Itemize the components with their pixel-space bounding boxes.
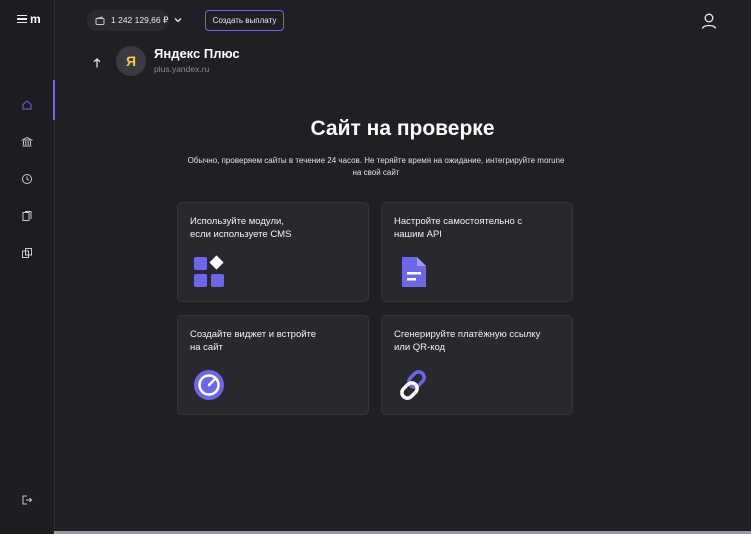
avatar: Я — [116, 46, 146, 76]
card-cms-modules[interactable]: Используйте модули, если используете CMS — [177, 202, 369, 302]
sidebar-item-home[interactable] — [0, 80, 55, 123]
sidebar-item-copy[interactable] — [0, 234, 54, 271]
link-icon — [400, 370, 426, 400]
documents-icon — [22, 210, 32, 221]
user-icon[interactable] — [700, 12, 718, 30]
document-icon — [402, 257, 426, 287]
logout-icon — [22, 495, 33, 505]
side-nav — [0, 80, 55, 271]
page-title: Сайт на проверке — [310, 117, 495, 140]
balance-value: 1 242 129,66 ₽ — [111, 15, 169, 25]
home-icon — [22, 99, 32, 109]
page-subtitle: Обычно, проверяем сайты в течение 24 час… — [187, 156, 565, 177]
burger-icon[interactable] — [17, 14, 27, 24]
card-widget[interactable]: Создайте виджет и встройте на сайт — [177, 315, 369, 415]
sidebar-item-documents[interactable] — [0, 197, 54, 234]
logo: m — [30, 12, 41, 26]
card-title: Сгенерируйте платёжную ссылку или QR-код — [394, 329, 541, 353]
card-title: Создайте виджет и встройте на сайт — [190, 329, 317, 353]
sidebar: m — [0, 0, 55, 534]
menu-logo-button[interactable]: m — [17, 13, 41, 25]
merchant-name: Яндекс Плюс — [154, 46, 240, 61]
balance-pill[interactable]: 1 242 129,66 ₽ — [87, 10, 169, 31]
history-icon — [22, 173, 32, 184]
logout-button[interactable] — [0, 488, 54, 512]
modules-icon — [194, 255, 224, 287]
merchant-url[interactable]: plus.yandex.ru — [154, 64, 209, 74]
card-api[interactable]: Настройте самостоятельно с нашим API — [381, 202, 573, 302]
widget-icon — [194, 370, 224, 400]
card-title: Используйте модули, если используете CMS — [190, 216, 292, 240]
card-payment-link[interactable]: Сгенерируйте платёжную ссылку или QR-код — [381, 315, 573, 415]
bank-icon — [21, 136, 33, 146]
card-title: Настройте самостоятельно с нашим API — [394, 216, 523, 240]
copy-icon — [22, 247, 32, 258]
create-payout-button[interactable]: Создать выплату — [205, 10, 284, 31]
chevron-down-icon[interactable] — [173, 15, 183, 25]
sidebar-item-history[interactable] — [0, 160, 54, 197]
wallet-icon — [95, 15, 105, 25]
back-arrow-icon[interactable] — [91, 57, 103, 69]
sidebar-item-bank[interactable] — [0, 123, 54, 160]
